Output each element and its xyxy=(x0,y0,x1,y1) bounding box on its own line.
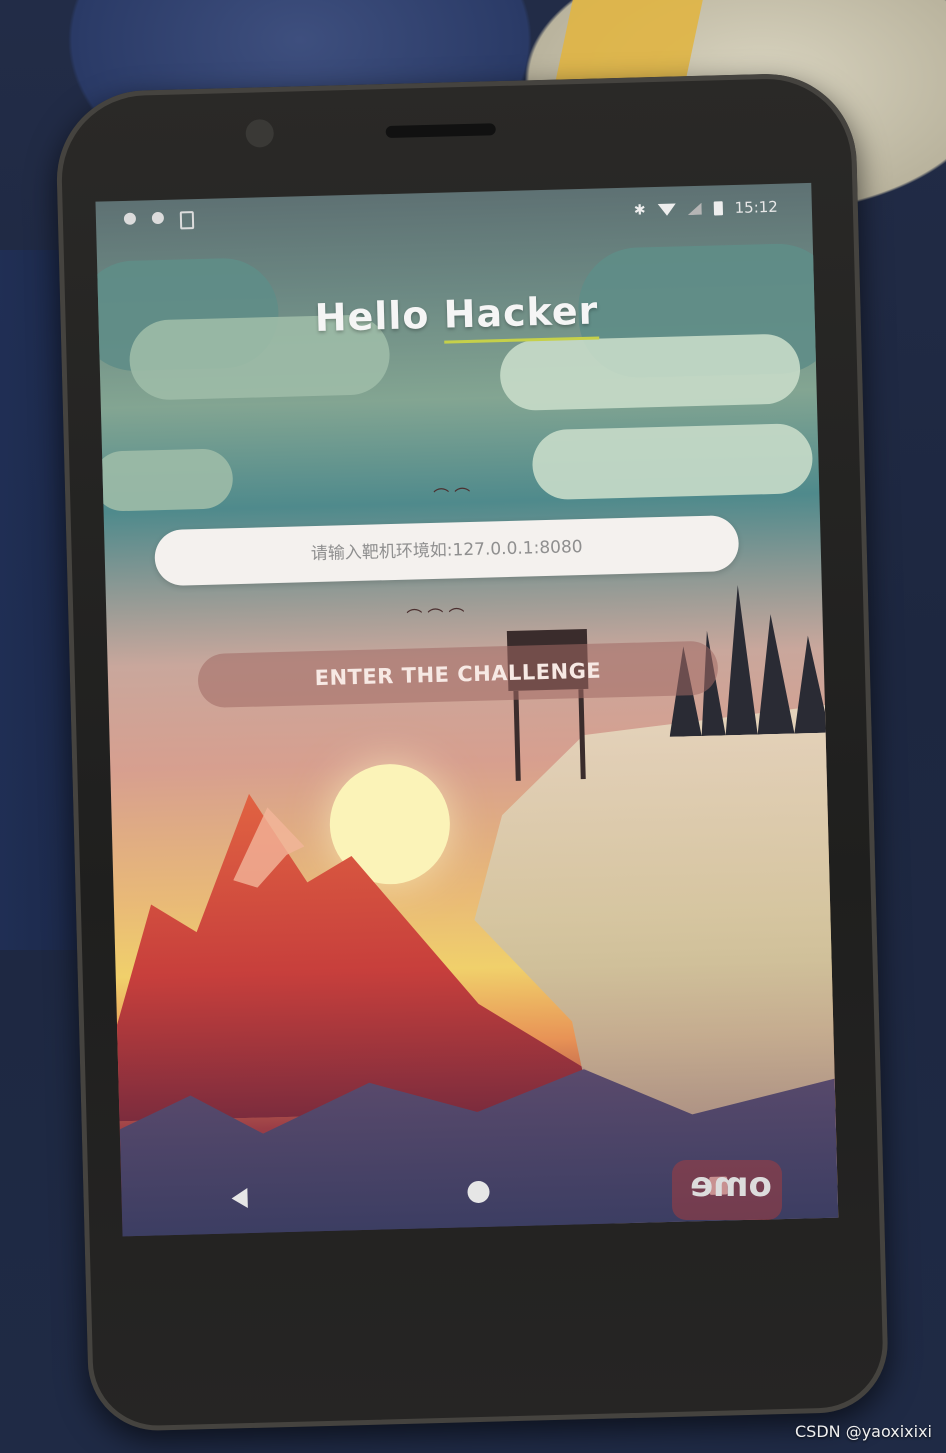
phone-sticker-text: ome xyxy=(690,1165,772,1205)
phone-device: ✱ 15:12 Hello Hacker ⌒ ⌒ ⌒ ⌒ ⌒ ENTER THE… xyxy=(54,71,890,1433)
home-icon[interactable] xyxy=(467,1180,490,1204)
status-bar: ✱ 15:12 xyxy=(95,183,812,246)
signal-icon xyxy=(687,203,701,215)
status-time: 15:12 xyxy=(734,197,779,217)
birds-illustration: ⌒ ⌒ xyxy=(433,485,471,506)
watermark: CSDN @yaoxixixi xyxy=(794,1422,932,1441)
back-icon[interactable] xyxy=(231,1188,248,1209)
enter-challenge-button[interactable]: ENTER THE CHALLENGE xyxy=(197,640,719,709)
target-address-input[interactable] xyxy=(154,514,740,587)
birds-illustration: ⌒ ⌒ ⌒ xyxy=(406,606,465,627)
bluetooth-icon: ✱ xyxy=(633,202,646,219)
cloud-illustration xyxy=(531,423,814,501)
phone-screen: ✱ 15:12 Hello Hacker ⌒ ⌒ ⌒ ⌒ ⌒ ENTER THE… xyxy=(95,182,839,1237)
cloud-illustration xyxy=(499,333,801,412)
watchtower-leg xyxy=(513,690,521,781)
wifi-icon xyxy=(657,203,676,216)
cloud-illustration xyxy=(95,448,234,512)
front-camera xyxy=(245,118,275,148)
battery-icon xyxy=(713,201,723,216)
sim-card-icon xyxy=(179,211,195,230)
notification-icon xyxy=(151,211,165,225)
watchtower-leg xyxy=(578,689,586,780)
earpiece-speaker xyxy=(385,123,496,139)
location-icon xyxy=(123,212,137,225)
